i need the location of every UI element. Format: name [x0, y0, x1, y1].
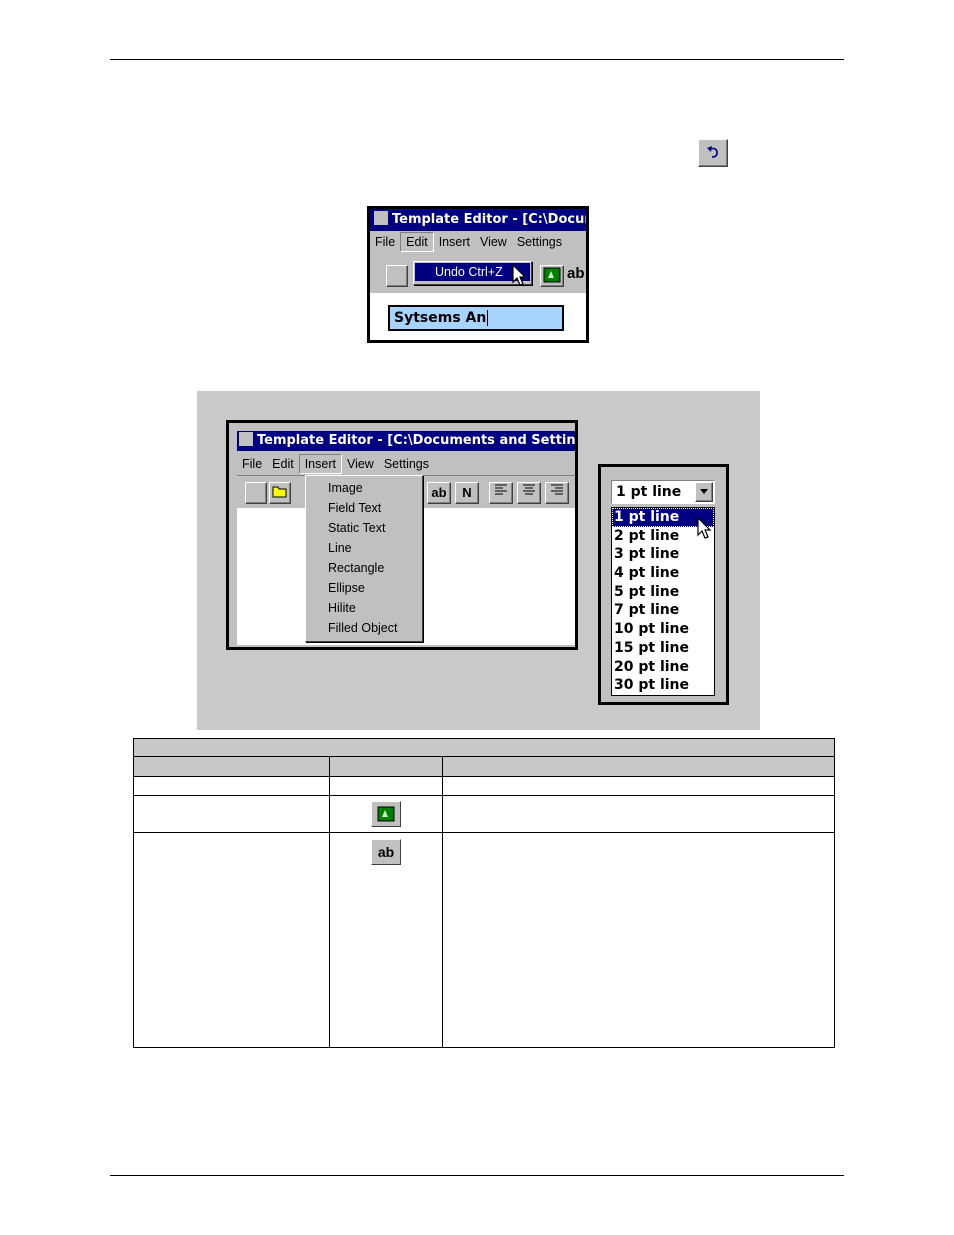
insert-static-text[interactable]: Static Text [306, 518, 422, 538]
image-insert-icon [371, 801, 401, 827]
insert-field-text[interactable]: Field Text [306, 498, 422, 518]
menu-bar: File Edit Insert View Settings [370, 231, 586, 253]
option-7pt[interactable]: 7 pt line [612, 601, 714, 620]
menu-settings[interactable]: Settings [379, 453, 434, 475]
window-title: Template Editor - [C:\Docum [392, 212, 586, 227]
footer-rule [110, 1175, 844, 1176]
menu-view[interactable]: View [475, 231, 512, 253]
numeric-field-button[interactable]: N [455, 482, 479, 504]
menu-insert[interactable]: Insert [298, 454, 342, 474]
menu-file[interactable]: File [237, 453, 267, 475]
insert-menu-screenshot: Template Editor - [C:\Documents and Sett… [226, 420, 578, 650]
text-field-object[interactable]: Sytsems An [388, 305, 564, 331]
insert-dropdown: Image Field Text Static Text Line Rectan… [305, 475, 423, 642]
align-left-icon[interactable] [489, 482, 513, 504]
align-right-icon[interactable] [545, 482, 569, 504]
table-row: ab [133, 832, 835, 1048]
canvas-area: Sytsems An [370, 293, 586, 340]
menu-bar: File Edit Insert View Settings [237, 453, 575, 475]
text-field-value: Sytsems An [394, 310, 487, 326]
app-icon [239, 432, 253, 446]
text-tool-partial[interactable]: ab [567, 265, 585, 282]
align-center-icon[interactable] [517, 482, 541, 504]
text-tool-button[interactable]: ab [427, 482, 451, 504]
header-rule [110, 59, 844, 60]
line-width-combo[interactable]: 1 pt line [611, 480, 715, 504]
cursor-arrow-icon [512, 264, 527, 286]
insert-image[interactable]: Image [306, 478, 422, 498]
text-tool-icon: ab [371, 839, 401, 865]
menu-edit[interactable]: Edit [267, 453, 299, 475]
option-15pt[interactable]: 15 pt line [612, 639, 714, 658]
insert-ellipse[interactable]: Ellipse [306, 578, 422, 598]
app-icon [374, 211, 388, 225]
option-30pt[interactable]: 30 pt line [612, 676, 714, 695]
menu-insert[interactable]: Insert [434, 231, 475, 253]
option-5pt[interactable]: 5 pt line [612, 583, 714, 602]
insert-rectangle[interactable]: Rectangle [306, 558, 422, 578]
table-title-row [133, 738, 835, 757]
chevron-down-icon[interactable] [695, 482, 713, 502]
menu-settings[interactable]: Settings [512, 231, 567, 253]
title-area: Template Editor - [C:\Documents and Sett… [235, 429, 575, 453]
insert-hilite[interactable]: Hilite [306, 598, 422, 618]
toolbar-reference-table: ab [133, 738, 835, 1048]
new-file-icon[interactable] [386, 265, 408, 287]
table-header-row [133, 756, 835, 777]
edit-menu-screenshot: Template Editor - [C:\Docum File Edit Inse… [367, 206, 589, 343]
menu-view[interactable]: View [342, 453, 379, 475]
new-file-icon[interactable] [245, 482, 267, 504]
cursor-arrow-icon [697, 517, 712, 539]
insert-filled-object[interactable]: Filled Object [306, 618, 422, 638]
open-folder-icon[interactable] [269, 482, 291, 504]
menu-file[interactable]: File [370, 231, 400, 253]
combo-selected-value: 1 pt line [616, 484, 682, 500]
undo-icon[interactable] [698, 139, 728, 167]
table-row [133, 795, 835, 833]
option-3pt[interactable]: 3 pt line [612, 545, 714, 564]
window-title: Template Editor - [C:\Documents and Sett… [257, 433, 575, 448]
window-titlebar: Template Editor - [C:\Documents and Sett… [237, 431, 575, 451]
text-caret [487, 310, 489, 326]
line-width-screenshot: 1 pt line 1 pt line 2 pt line 3 pt line … [598, 464, 729, 705]
menu-edit[interactable]: Edit [400, 232, 434, 252]
option-20pt[interactable]: 20 pt line [612, 658, 714, 677]
option-4pt[interactable]: 4 pt line [612, 564, 714, 583]
window-titlebar: Template Editor - [C:\Docum [370, 209, 586, 231]
option-10pt[interactable]: 10 pt line [612, 620, 714, 639]
image-insert-icon[interactable] [540, 265, 564, 287]
insert-line[interactable]: Line [306, 538, 422, 558]
table-row [133, 776, 835, 796]
